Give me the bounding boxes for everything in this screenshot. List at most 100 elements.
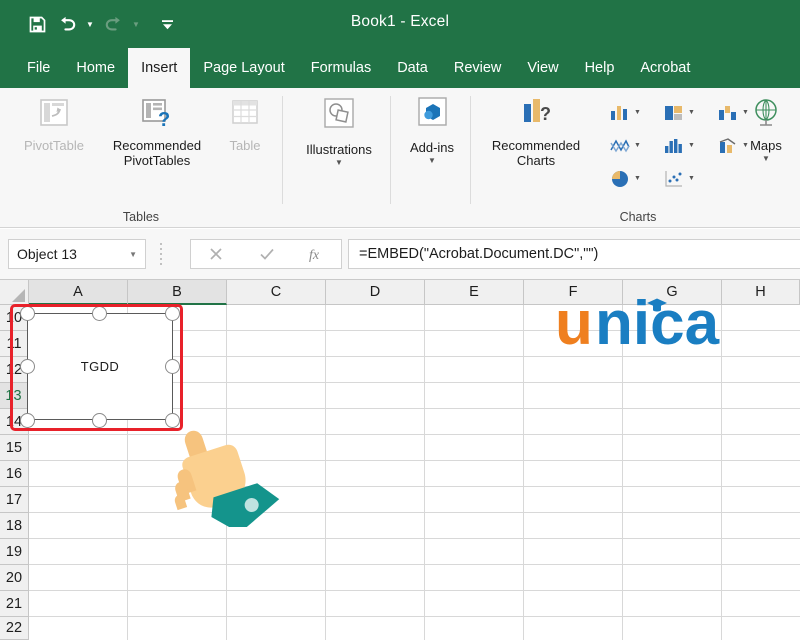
formula-input[interactable]: =EMBED("Acrobat.Document.DC","") [348,239,800,269]
ribbon-tab-strip: File Home Insert Page Layout Formulas Da… [0,48,800,88]
recommended-pivot-tables-icon: ? [138,96,176,134]
name-box-caret-icon[interactable]: ▼ [129,250,137,259]
row-header-20[interactable]: 20 [0,565,29,591]
row-header-18[interactable]: 18 [0,513,29,539]
row-header-11[interactable]: 11 [0,331,29,357]
add-ins-icon [411,96,453,136]
ribbon-button-add-ins[interactable]: Add-ins ▼ [398,88,466,227]
ribbon-button-pivot-table[interactable]: PivotTable [6,88,102,227]
ribbon-group-divider [390,96,391,204]
recommended-charts-icon: ? [515,96,557,134]
column-header-e[interactable]: E [425,280,524,305]
embedded-object-caption: TGDD [81,359,119,374]
illustrations-dropdown-caret-icon[interactable]: ▼ [335,159,343,167]
worksheet-grid: A B C D E F G H 10 11 12 13 14 15 16 17 … [0,280,800,640]
recommended-pivot-tables-label: Recommended PivotTables [100,138,214,169]
name-box[interactable]: Object 13 ▼ [8,239,146,269]
gridline-horizontal [29,512,800,513]
tab-view[interactable]: View [514,48,571,88]
tab-insert[interactable]: Insert [128,48,190,88]
insert-scatter-chart-icon[interactable]: ▼ [652,162,706,195]
resize-handle-bottom-right[interactable] [165,413,180,428]
window-title: Book1 - Excel [0,13,800,31]
resize-handle-middle-right[interactable] [165,359,180,374]
pivot-table-icon [35,96,73,134]
column-header-c[interactable]: C [227,280,326,305]
row-header-15[interactable]: 15 [0,435,29,461]
gridline-horizontal [29,564,800,565]
ribbon-button-illustrations[interactable]: Illustrations ▼ [292,88,386,227]
maps-label: Maps [750,138,782,153]
insert-pie-or-doughnut-chart-icon[interactable]: ▼ [598,162,652,195]
resize-handle-top-left[interactable] [20,306,35,321]
resize-handle-top-center[interactable] [92,306,107,321]
svg-text:fx: fx [309,248,320,263]
add-ins-label: Add-ins [410,140,454,155]
insert-line-or-area-chart-icon[interactable]: ▼ [598,129,652,162]
add-ins-dropdown-caret-icon[interactable]: ▼ [428,157,436,165]
column-header-a[interactable]: A [29,280,128,305]
insert-column-or-bar-chart-icon[interactable]: ▼ [598,96,652,129]
tab-acrobat[interactable]: Acrobat [627,48,703,88]
column-header-d[interactable]: D [326,280,425,305]
gridline-horizontal [29,616,800,617]
table-icon [226,96,264,134]
maps-globe-icon [746,96,786,134]
row-header-17[interactable]: 17 [0,487,29,513]
column-header-g[interactable]: G [623,280,722,305]
gridline-horizontal [29,434,800,435]
gridline-horizontal [29,460,800,461]
ribbon-group-divider [282,96,283,204]
resize-handle-bottom-center[interactable] [92,413,107,428]
svg-text:?: ? [158,109,170,131]
illustrations-icon [317,96,361,138]
row-header-13[interactable]: 13 [0,383,29,409]
gridline-horizontal [29,590,800,591]
tab-formulas[interactable]: Formulas [298,48,384,88]
tab-data[interactable]: Data [384,48,441,88]
table-label: Table [229,138,260,153]
column-header-h[interactable]: H [722,280,800,305]
select-all-corner[interactable] [0,280,29,305]
embedded-pdf-object[interactable]: TGDD [27,313,173,420]
row-header-19[interactable]: 19 [0,539,29,565]
excel-window: ▼ ▼ Book1 - Excel File Home Insert Page … [0,0,800,640]
ribbon-content: PivotTable ? Recommended PivotTables [0,88,800,228]
row-header-21[interactable]: 21 [0,591,29,617]
maps-dropdown-caret-icon[interactable]: ▼ [762,155,770,163]
tab-review[interactable]: Review [441,48,515,88]
tab-page-layout[interactable]: Page Layout [190,48,297,88]
recommended-charts-label: Recommended Charts [478,138,594,169]
resize-handle-middle-left[interactable] [20,359,35,374]
illustrations-label: Illustrations [306,142,372,157]
name-box-value: Object 13 [17,246,77,262]
ribbon-button-recommended-charts[interactable]: ? Recommended Charts [478,88,594,227]
cancel-icon [191,246,241,262]
ribbon-group-label-tables: Tables [6,210,276,224]
ribbon-button-maps[interactable]: Maps ▼ [735,88,797,227]
gridline-horizontal [29,486,800,487]
insert-statistic-chart-icon[interactable]: ▼ [652,129,706,162]
svg-text:?: ? [540,104,551,124]
insert-hierarchy-chart-icon[interactable]: ▼ [652,96,706,129]
formula-bar-buttons: fx [190,239,342,269]
tab-help[interactable]: Help [572,48,628,88]
formula-bar-grip[interactable] [159,243,163,265]
ribbon-button-table[interactable]: Table [214,88,276,227]
resize-handle-bottom-left[interactable] [20,413,35,428]
insert-function-icon[interactable]: fx [291,246,341,263]
tab-file[interactable]: File [14,48,63,88]
tab-home[interactable]: Home [63,48,128,88]
ribbon-group-label-charts: Charts [478,210,798,224]
ribbon-group-divider [470,96,471,204]
column-header-b[interactable]: B [128,280,227,305]
formula-bar-area: Object 13 ▼ fx =EMBED("Acro [0,229,800,280]
gridline-horizontal [29,538,800,539]
row-header-22[interactable]: 22 [0,617,29,640]
resize-handle-top-right[interactable] [165,306,180,321]
title-bar: ▼ ▼ Book1 - Excel [0,0,800,48]
pivot-table-label: PivotTable [24,138,84,153]
row-header-16[interactable]: 16 [0,461,29,487]
ribbon-button-recommended-pivot-tables[interactable]: ? Recommended PivotTables [100,88,214,227]
column-header-f[interactable]: F [524,280,623,305]
